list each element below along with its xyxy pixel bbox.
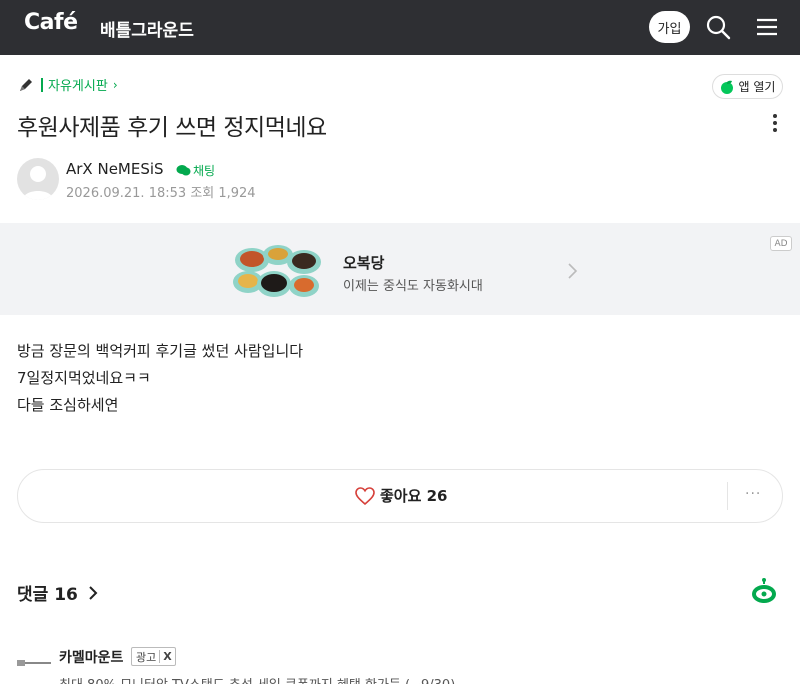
ad-label[interactable]: AD: [770, 236, 792, 251]
heart-icon: [355, 486, 375, 505]
chat-button[interactable]: 채팅: [176, 162, 215, 179]
like-label: 좋아요 26: [380, 487, 448, 505]
ad-badge-label: 광고: [136, 650, 157, 664]
comments-heading[interactable]: 댓글 16: [17, 580, 98, 605]
join-button[interactable]: 가입: [649, 11, 690, 43]
more-options-icon[interactable]: [766, 112, 784, 134]
post-body-line: 다들 조심하세연: [17, 396, 119, 414]
post-body-line: 7일정지먹었네요ㅋㅋ: [17, 369, 151, 387]
bot-icon[interactable]: [750, 577, 778, 605]
board-link[interactable]: 자유게시판 ›: [17, 75, 118, 94]
chevron-right-icon[interactable]: [566, 262, 578, 280]
board-name: 자유게시판: [48, 79, 108, 94]
like-button[interactable]: 좋아요 26: [354, 485, 448, 506]
post-title: 후원사제품 후기 쓰면 정지먹네요: [17, 115, 327, 141]
top-bar: Café 배틀그라운드 가입: [0, 0, 800, 55]
chat-label: 채팅: [193, 164, 216, 178]
chevron-right-icon: ›: [112, 77, 118, 92]
post-date: 2026.09.21. 18:53: [66, 186, 187, 201]
close-icon[interactable]: X: [159, 650, 172, 663]
ad-title[interactable]: 오복당: [343, 252, 384, 273]
ad-food-image[interactable]: [228, 240, 326, 300]
board-divider: [41, 77, 43, 92]
post-views: 조회 1,924: [190, 186, 256, 201]
hamburger-menu-icon[interactable]: [754, 14, 780, 40]
cafe-logo[interactable]: Café: [24, 10, 78, 35]
advertiser-name[interactable]: 카멜마운트: [59, 647, 123, 667]
comments-count: 댓글 16: [17, 585, 78, 605]
post-meta: 2026.09.21. 18:53 조회 1,924: [66, 182, 256, 201]
pen-icon: [17, 76, 35, 94]
avatar[interactable]: [17, 158, 59, 200]
open-app-button[interactable]: 앱 열기: [712, 74, 783, 99]
share-more-button[interactable]: ···: [745, 486, 761, 502]
search-icon[interactable]: [704, 13, 732, 41]
ad-banner[interactable]: [0, 223, 800, 315]
cafe-name[interactable]: 배틀그라운드: [100, 16, 194, 41]
ad-badge[interactable]: 광고 X: [131, 647, 176, 666]
author-name[interactable]: ArX NeMESiS: [66, 160, 164, 178]
advertiser-logo[interactable]: [17, 652, 51, 666]
chat-bubble-icon: [176, 165, 191, 176]
post-body-line: 방금 장문의 백억커피 후기글 썼던 사람입니다: [17, 342, 304, 360]
ad-description[interactable]: 이제는 중식도 자동화시대: [343, 275, 483, 294]
like-divider: [727, 482, 728, 510]
advertiser-text[interactable]: 최대 80% 모니터암 TV스탠드 추석 세일 쿠폰까지 혜택 한가득 (~9/…: [59, 674, 455, 684]
open-app-label: 앱 열기: [738, 80, 776, 94]
leaf-icon: [720, 80, 734, 94]
chevron-right-icon: [88, 585, 98, 601]
